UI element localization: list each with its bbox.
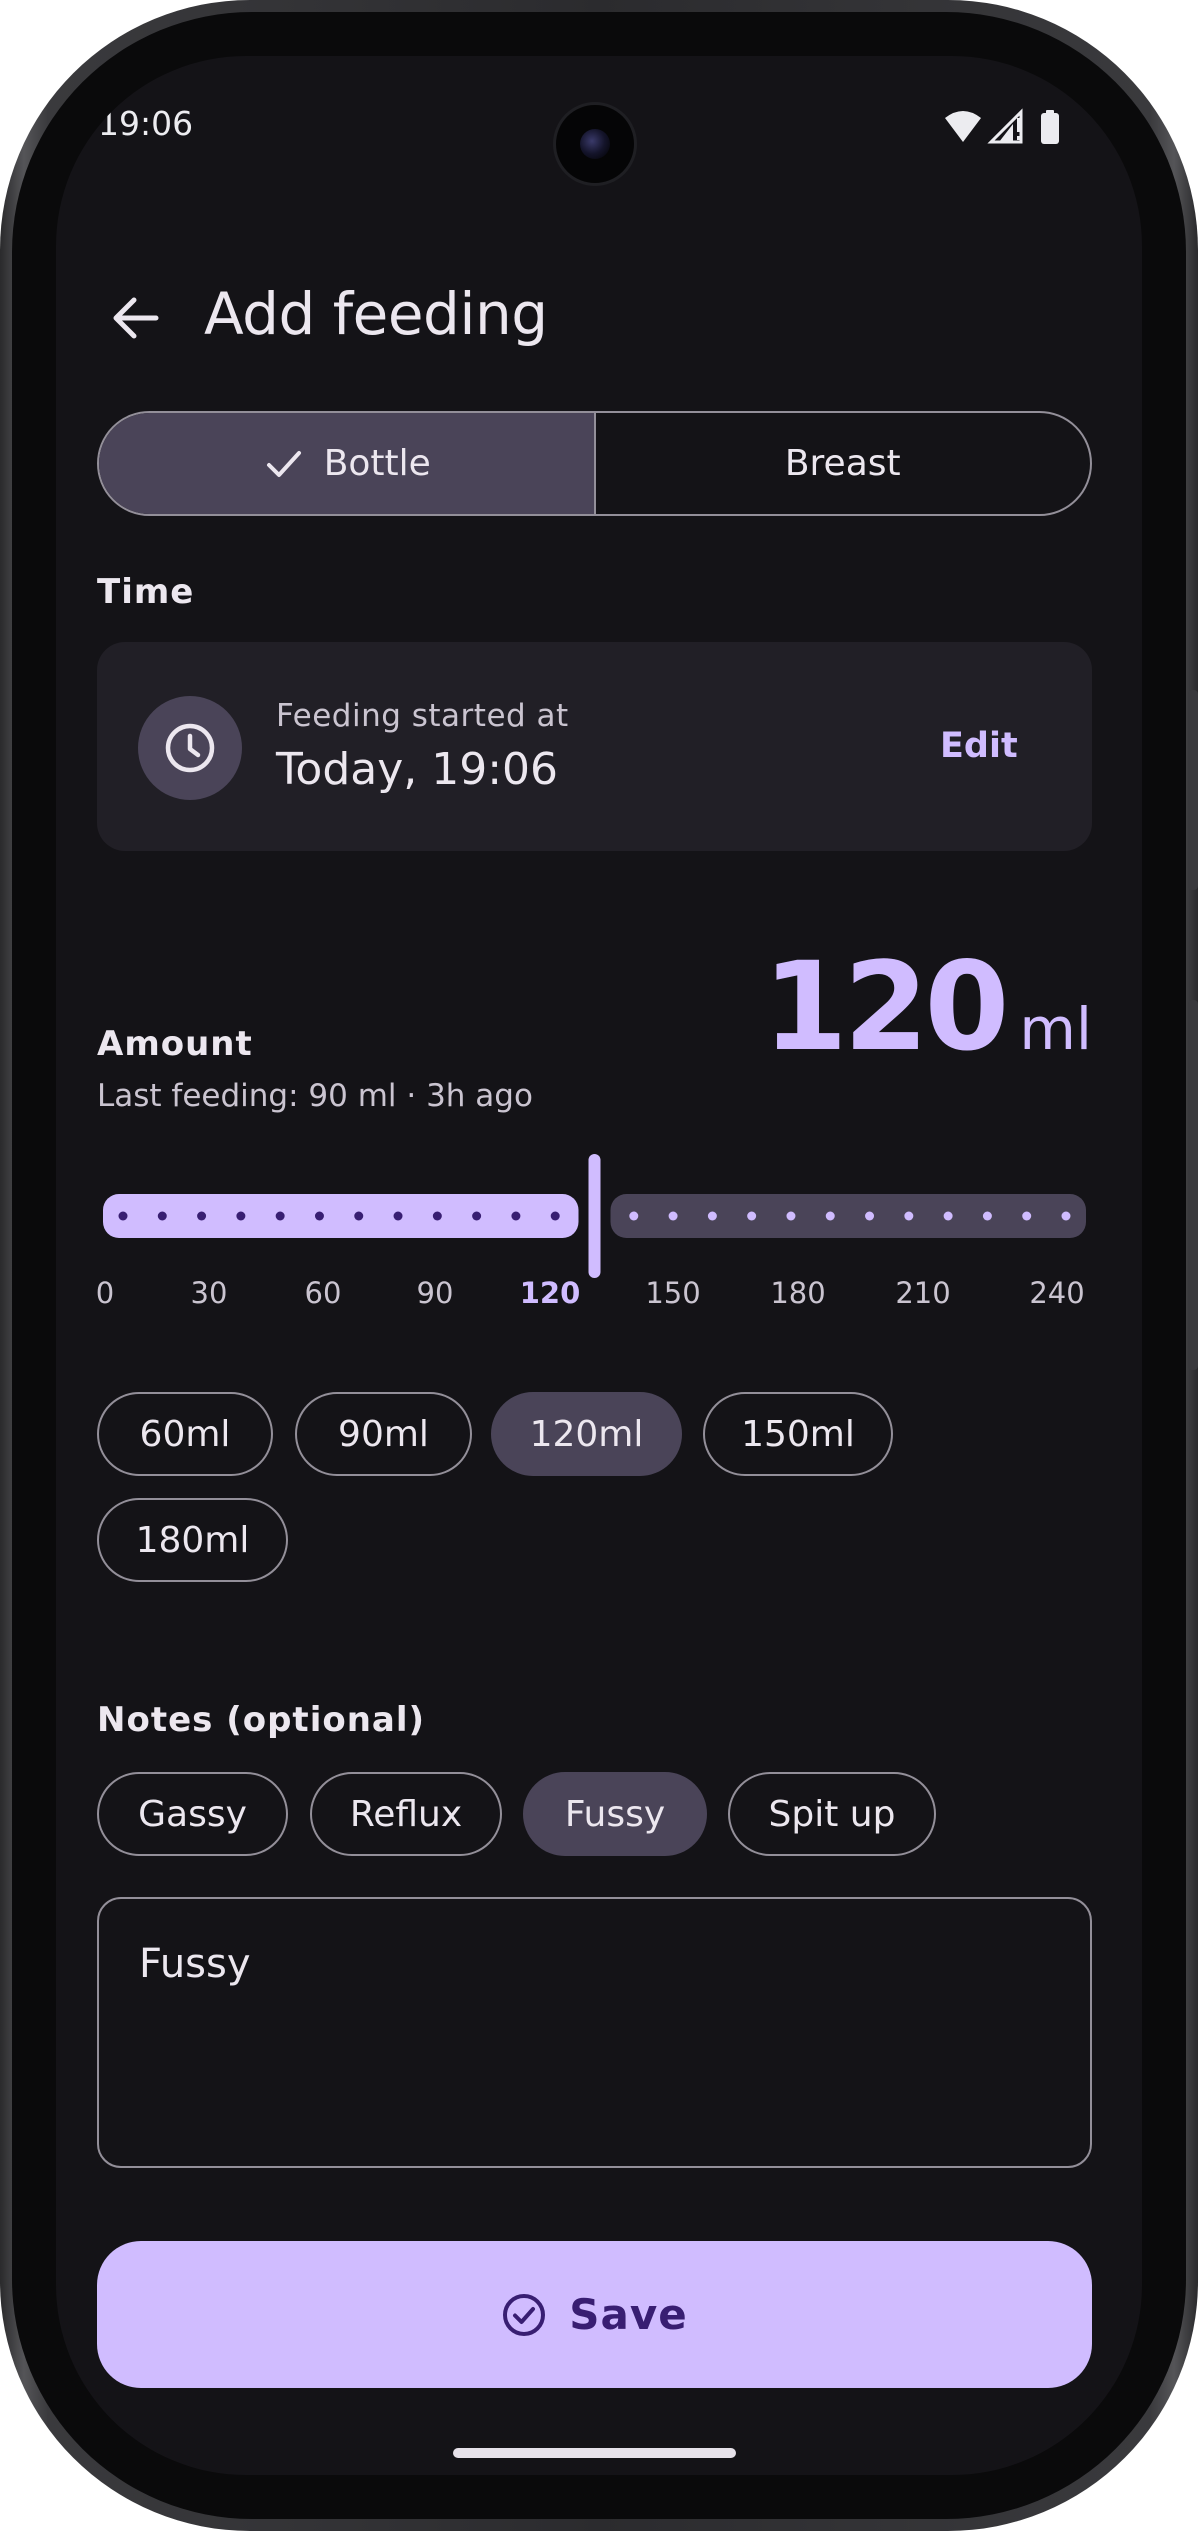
time-section-label: Time — [97, 572, 195, 612]
slider-stop-dot — [511, 1211, 521, 1221]
note-tag-chip[interactable]: Spit up — [728, 1772, 936, 1856]
check-circle-icon — [503, 2293, 546, 2336]
edit-time-button[interactable]: Edit — [940, 726, 1018, 766]
slider-tick-label: 0 — [95, 1276, 115, 1310]
arrow-back-icon — [113, 297, 159, 339]
status-icons — [943, 108, 1073, 148]
back-button[interactable] — [96, 278, 176, 358]
slider-stop-dot — [629, 1211, 639, 1221]
time-card: Feeding started at Today, 19:06 Edit — [97, 642, 1092, 851]
slider-tick-label: 60 — [304, 1276, 342, 1310]
slider-handle — [588, 1154, 601, 1278]
signal-icon — [987, 108, 1023, 144]
amount-section-label: Amount — [97, 1024, 253, 1064]
save-button-label: Save — [569, 2290, 688, 2339]
slider-stop-dot — [157, 1211, 167, 1221]
notes-input-text: Fussy — [139, 1941, 251, 1987]
slider-stop-dot — [825, 1211, 835, 1221]
preset-chip[interactable]: 90ml — [295, 1392, 472, 1476]
slider-stop-dot — [393, 1211, 403, 1221]
slider-tick-label: 210 — [895, 1276, 951, 1310]
amount-slider[interactable] — [97, 1146, 1092, 1286]
amount-value: 120 — [762, 936, 1010, 1078]
segment-breast[interactable]: Breast — [596, 413, 1091, 514]
preset-chip[interactable]: 60ml — [97, 1392, 273, 1476]
slider-inactive-track — [610, 1194, 1086, 1238]
notes-section-label: Notes (optional) — [97, 1700, 426, 1740]
slider-stop-dot — [904, 1211, 914, 1221]
time-card-subtitle: Feeding started at — [276, 698, 569, 734]
slider-tick-label: 90 — [416, 1276, 454, 1310]
note-tag-chip[interactable]: Gassy — [97, 1772, 288, 1856]
slider-stop-dot — [275, 1211, 285, 1221]
slider-stop-dot — [118, 1211, 128, 1221]
slider-tick-labels: 0 30 60 90 120 150 180 210 240 — [95, 1276, 1092, 1316]
amount-unit: ml — [1019, 995, 1092, 1063]
segment-bottle-label: Bottle — [323, 443, 431, 484]
preset-chip[interactable]: 150ml — [703, 1392, 893, 1476]
preset-chip[interactable]: 180ml — [97, 1498, 288, 1582]
wifi-icon — [945, 111, 981, 142]
volume-button — [1188, 690, 1198, 890]
check-icon — [266, 450, 301, 477]
slider-stop-dot — [1022, 1211, 1032, 1221]
status-time: 19:06 — [98, 104, 194, 143]
save-button[interactable]: Save — [97, 2241, 1092, 2388]
slider-stop-dot — [747, 1211, 757, 1221]
slider-stop-dot — [943, 1211, 953, 1221]
slider-stop-dot — [786, 1211, 796, 1221]
app-screen: 19:06 Add feeding Bottle Breast Time Fee… — [56, 56, 1142, 2475]
slider-stop-dot — [550, 1211, 560, 1221]
slider-tick-label: 150 — [645, 1276, 701, 1310]
segment-breast-label: Breast — [784, 443, 901, 484]
slider-stop-dot — [432, 1211, 442, 1221]
amount-display: 120 ml — [763, 936, 1092, 1078]
time-card-value: Today, 19:06 — [276, 744, 559, 795]
slider-stop-dot — [314, 1211, 324, 1221]
slider-tick-label: 120 — [519, 1276, 581, 1310]
slider-tick-label: 30 — [190, 1276, 228, 1310]
home-indicator — [453, 2448, 736, 2458]
clock-icon — [165, 723, 215, 773]
slider-stop-dot — [197, 1211, 207, 1221]
slider-tick-label: 180 — [770, 1276, 826, 1310]
slider-stop-dot — [707, 1211, 717, 1221]
last-feeding-info: Last feeding: 90 ml · 3h ago — [97, 1078, 533, 1114]
slider-stop-dot — [354, 1211, 364, 1221]
slider-stop-dot — [1061, 1211, 1071, 1221]
slider-stop-dot — [865, 1211, 875, 1221]
slider-stop-dot — [982, 1211, 992, 1221]
note-tag-chip[interactable]: Reflux — [310, 1772, 502, 1856]
front-camera — [553, 102, 637, 186]
preset-chip[interactable]: 120ml — [491, 1392, 682, 1476]
page-title: Add feeding — [204, 280, 548, 348]
slider-stop-dot — [472, 1211, 482, 1221]
slider-active-track — [103, 1194, 579, 1238]
notes-input[interactable]: Fussy — [97, 1897, 1092, 2168]
note-tag-chip[interactable]: Fussy — [523, 1772, 707, 1856]
battery-icon — [1041, 110, 1059, 144]
slider-stop-dot — [668, 1211, 678, 1221]
slider-tick-label: 240 — [1029, 1276, 1085, 1310]
feeding-type-toggle: Bottle Breast — [97, 411, 1092, 516]
slider-stop-dot — [236, 1211, 246, 1221]
clock-icon-container — [138, 696, 242, 800]
segment-bottle[interactable]: Bottle — [99, 413, 596, 514]
power-button — [1188, 1000, 1198, 1370]
